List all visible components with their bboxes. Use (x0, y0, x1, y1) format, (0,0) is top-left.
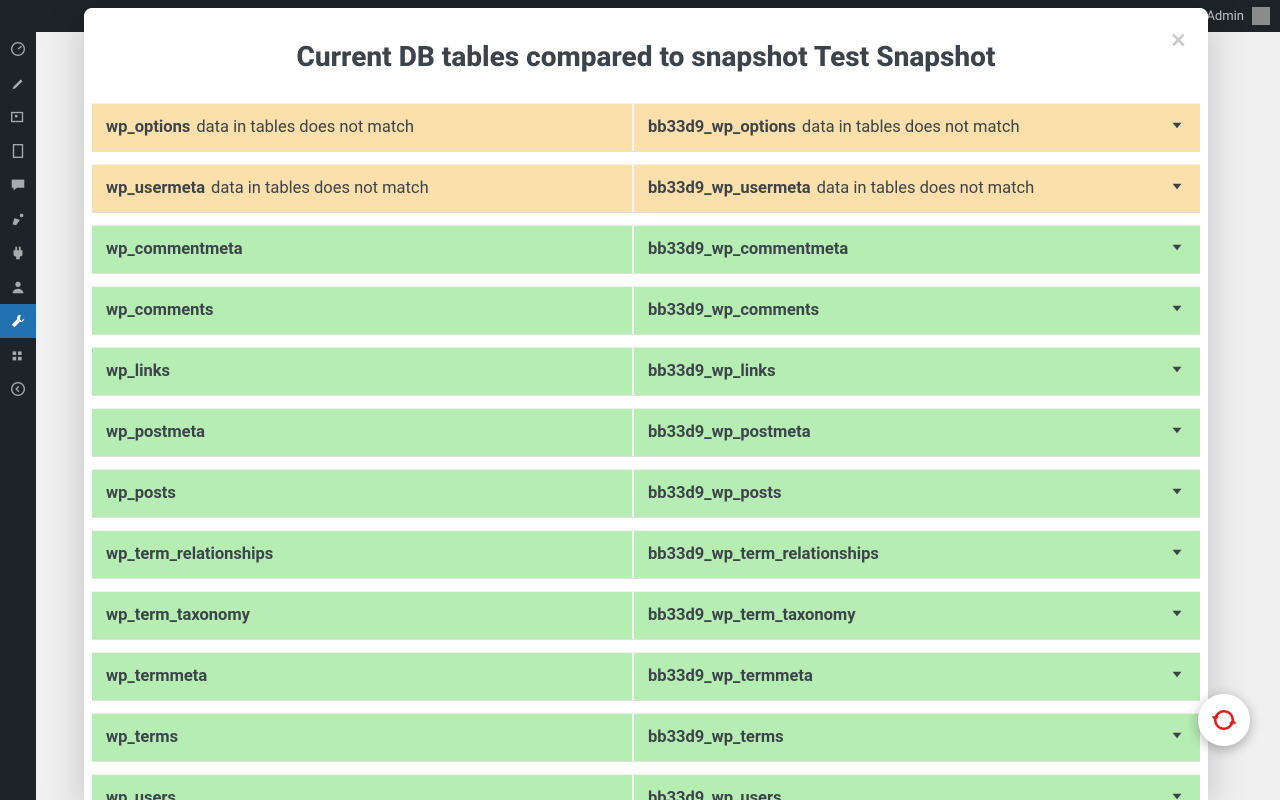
refresh-fab[interactable] (1198, 694, 1250, 746)
compare-row[interactable]: wp_commentmetabb33d9_wp_commentmeta (92, 225, 1200, 274)
user-label[interactable]: Admin (1206, 9, 1244, 24)
compare-cell-snapshot: bb33d9_wp_users (634, 775, 1200, 800)
compare-cell-current: wp_links (92, 348, 634, 395)
compare-row[interactable]: wp_term_relationshipsbb33d9_wp_term_rela… (92, 530, 1200, 579)
compare-cell-snapshot: bb33d9_wp_term_taxonomy (634, 592, 1200, 639)
compare-cell-current: wp_commentmeta (92, 226, 634, 273)
compare-row[interactable]: wp_usersbb33d9_wp_users (92, 774, 1200, 800)
compare-cell-snapshot: bb33d9_wp_terms (634, 714, 1200, 761)
compare-cell-snapshot: bb33d9_wp_usermeta data in tables does n… (634, 165, 1200, 212)
compare-cell-current: wp_term_relationships (92, 531, 634, 578)
compare-cell-snapshot: bb33d9_wp_postmeta (634, 409, 1200, 456)
avatar[interactable] (1252, 7, 1270, 25)
sidebar-item-appearance[interactable] (0, 202, 36, 236)
compare-cell-current: wp_postmeta (92, 409, 634, 456)
chevron-down-icon[interactable] (1168, 177, 1186, 200)
sidebar-item-settings[interactable] (0, 338, 36, 372)
chevron-down-icon[interactable] (1168, 360, 1186, 383)
compare-cell-current: wp_usermeta data in tables does not matc… (92, 165, 634, 212)
compare-row[interactable]: wp_linksbb33d9_wp_links (92, 347, 1200, 396)
compare-table: wp_options data in tables does not match… (84, 103, 1208, 800)
compare-row[interactable]: wp_commentsbb33d9_wp_comments (92, 286, 1200, 335)
compare-cell-current: wp_comments (92, 287, 634, 334)
compare-row[interactable]: wp_postmetabb33d9_wp_postmeta (92, 408, 1200, 457)
sidebar-item-media[interactable] (0, 100, 36, 134)
compare-row[interactable]: wp_usermeta data in tables does not matc… (92, 164, 1200, 213)
chevron-down-icon[interactable] (1168, 116, 1186, 139)
compare-cell-snapshot: bb33d9_wp_options data in tables does no… (634, 104, 1200, 151)
chevron-down-icon[interactable] (1168, 543, 1186, 566)
compare-cell-current: wp_posts (92, 470, 634, 517)
chevron-down-icon[interactable] (1168, 787, 1186, 800)
compare-cell-current: wp_options data in tables does not match (92, 104, 634, 151)
compare-cell-snapshot: bb33d9_wp_links (634, 348, 1200, 395)
compare-cell-snapshot: bb33d9_wp_posts (634, 470, 1200, 517)
sidebar-item-posts[interactable] (0, 66, 36, 100)
compare-cell-snapshot: bb33d9_wp_termmeta (634, 653, 1200, 700)
sidebar-item-tools[interactable] (0, 304, 36, 338)
compare-cell-current: wp_users (92, 775, 634, 800)
compare-row[interactable]: wp_termsbb33d9_wp_terms (92, 713, 1200, 762)
sidebar-item-dashboard[interactable] (0, 32, 36, 66)
wp-admin-sidebar (0, 32, 36, 800)
compare-row[interactable]: wp_postsbb33d9_wp_posts (92, 469, 1200, 518)
chevron-down-icon[interactable] (1168, 421, 1186, 444)
compare-cell-current: wp_termmeta (92, 653, 634, 700)
compare-cell-current: wp_term_taxonomy (92, 592, 634, 639)
sidebar-item-collapse[interactable] (0, 372, 36, 406)
compare-row[interactable]: wp_term_taxonomybb33d9_wp_term_taxonomy (92, 591, 1200, 640)
chevron-down-icon[interactable] (1168, 604, 1186, 627)
modal-title: Current DB tables compared to snapshot T… (84, 8, 1208, 103)
compare-cell-snapshot: bb33d9_wp_commentmeta (634, 226, 1200, 273)
compare-row[interactable]: wp_options data in tables does not match… (92, 103, 1200, 152)
sidebar-item-users[interactable] (0, 270, 36, 304)
sidebar-item-comments[interactable] (0, 168, 36, 202)
compare-cell-current: wp_terms (92, 714, 634, 761)
compare-cell-snapshot: bb33d9_wp_comments (634, 287, 1200, 334)
snapshot-compare-modal: × Current DB tables compared to snapshot… (84, 8, 1208, 800)
chevron-down-icon[interactable] (1168, 482, 1186, 505)
close-icon[interactable]: × (1171, 26, 1186, 54)
compare-cell-snapshot: bb33d9_wp_term_relationships (634, 531, 1200, 578)
chevron-down-icon[interactable] (1168, 665, 1186, 688)
chevron-down-icon[interactable] (1168, 299, 1186, 322)
chevron-down-icon[interactable] (1168, 726, 1186, 749)
sidebar-item-plugins[interactable] (0, 236, 36, 270)
sidebar-item-pages[interactable] (0, 134, 36, 168)
chevron-down-icon[interactable] (1168, 238, 1186, 261)
compare-row[interactable]: wp_termmetabb33d9_wp_termmeta (92, 652, 1200, 701)
